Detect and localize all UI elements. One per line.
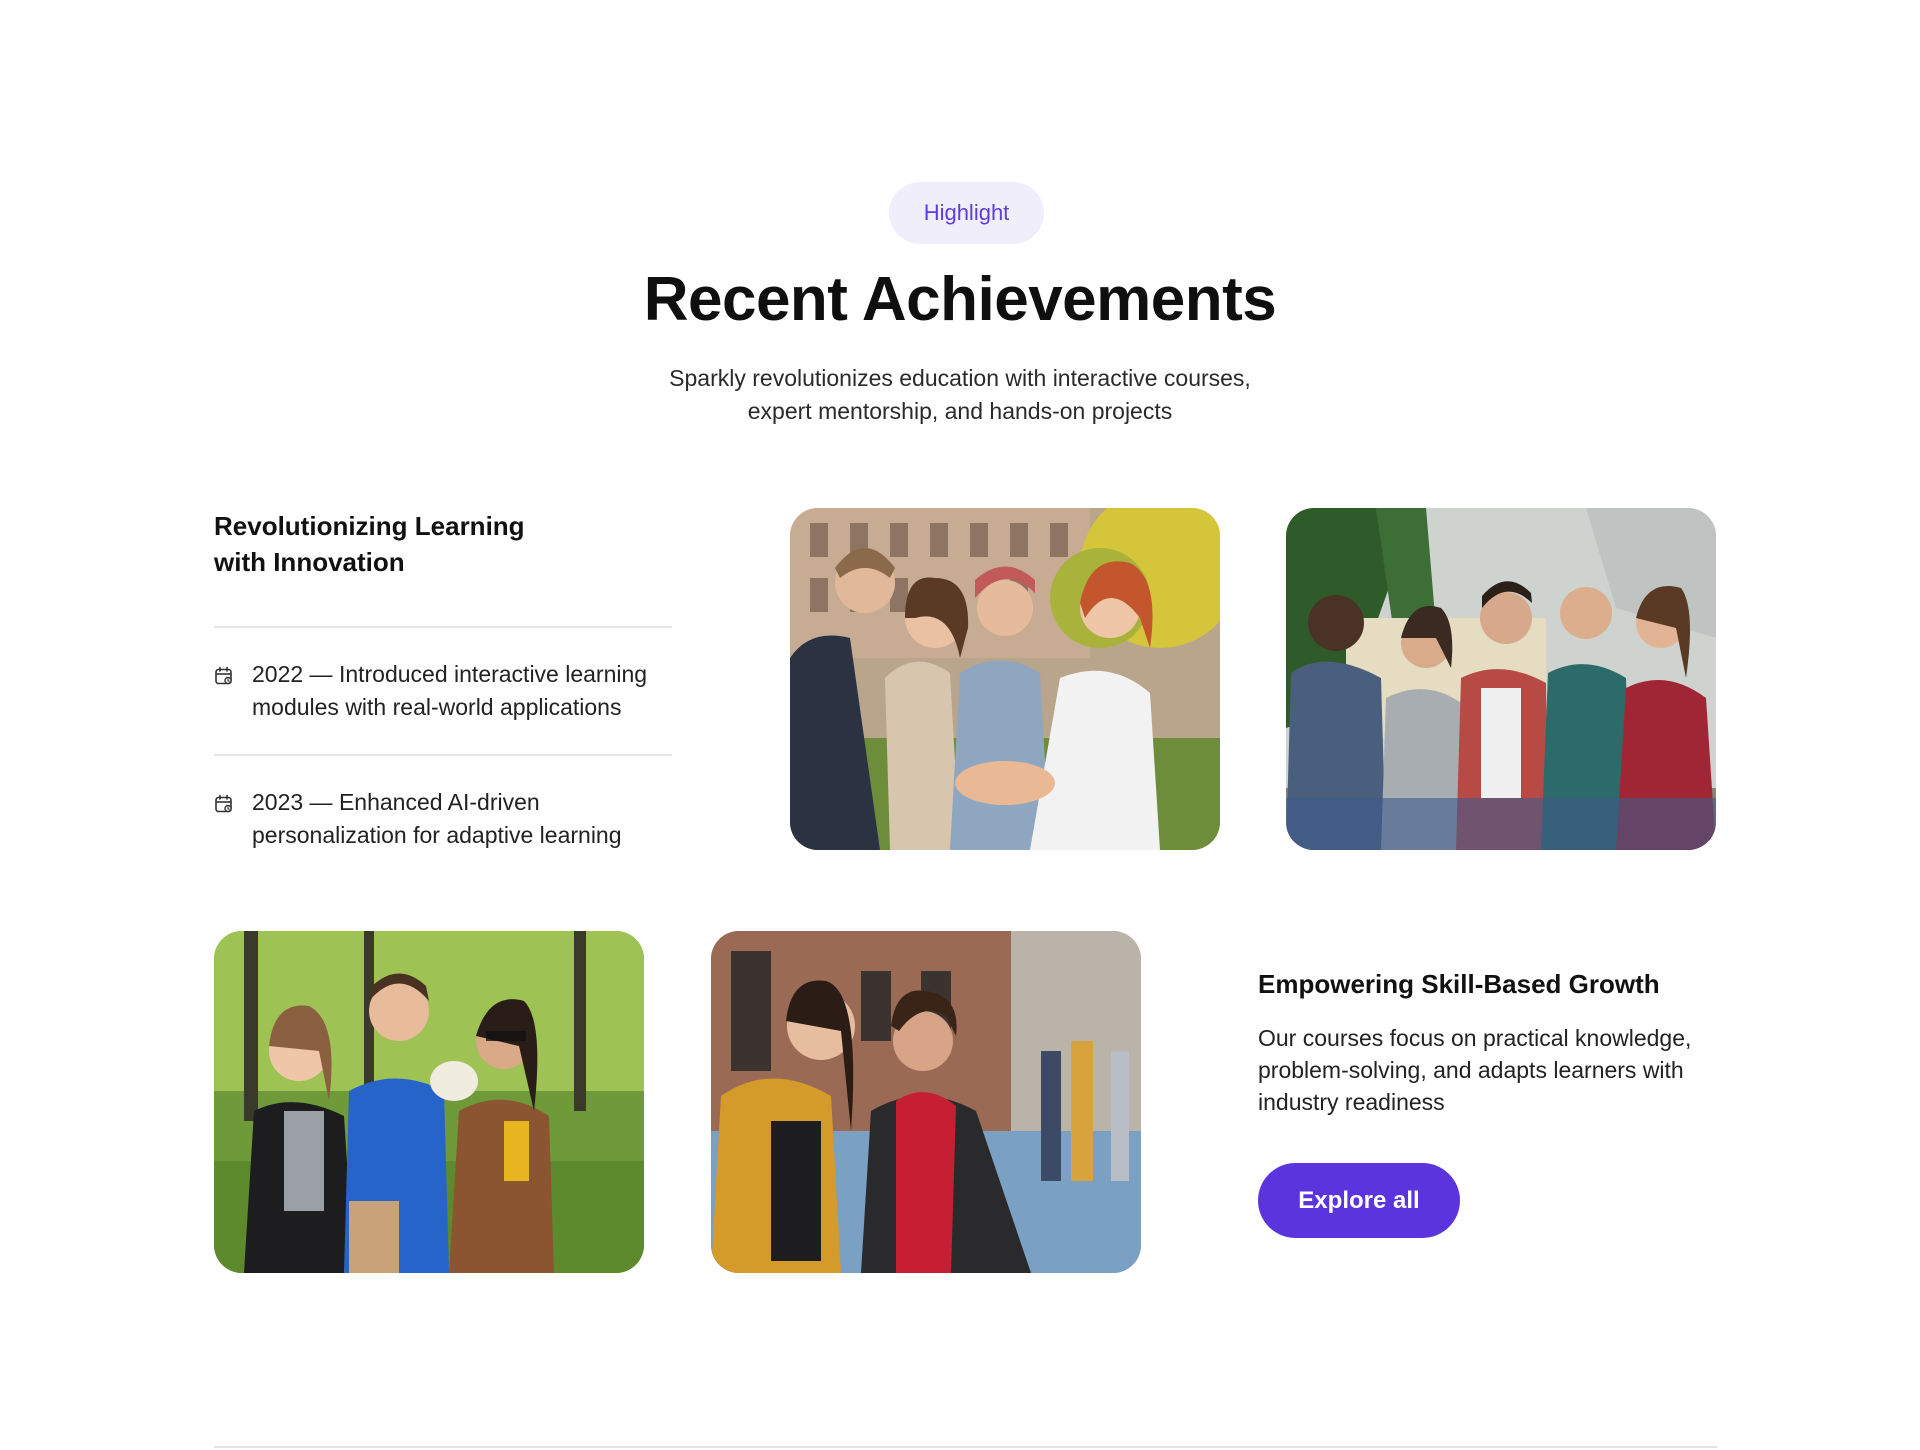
milestone-item: 2022 — Introduced interactive learning m…	[214, 628, 674, 754]
highlight-badge-label: Highlight	[923, 200, 1010, 225]
page-subtitle: Sparkly revolutionizes education with in…	[560, 362, 1360, 428]
milestone-line: modules with real-world applications	[252, 694, 622, 720]
innovation-title: Revolutionizing Learning with Innovation	[214, 508, 554, 580]
growth-description: Our courses focus on practical knowledge…	[1258, 1025, 1692, 1115]
highlight-badge: Highlight	[889, 182, 1044, 244]
subtitle-line-2: expert mentorship, and hands-on projects	[747, 398, 1173, 424]
calendar-icon	[215, 666, 232, 685]
section-divider	[214, 1446, 1717, 1448]
innovation-title-line-1: Revolutionizing Learning	[214, 511, 525, 541]
explore-all-button[interactable]: Explore all	[1258, 1163, 1460, 1238]
innovation-section: Revolutionizing Learning with Innovation…	[214, 508, 674, 882]
growth-title: Empowering Skill-Based Growth	[1258, 969, 1660, 999]
page-title: Recent Achievements	[643, 265, 1277, 334]
photo-friends-walking	[1286, 508, 1716, 850]
photo-students-hands-together	[790, 508, 1220, 850]
calendar-icon	[215, 794, 232, 813]
milestone-line: personalization for adaptive learning	[252, 822, 622, 848]
innovation-title-line-2: with Innovation	[214, 547, 405, 577]
milestone-line: 2023 — Enhanced AI-driven	[252, 789, 540, 815]
milestone-text: 2022 — Introduced interactive learning m…	[252, 658, 647, 724]
milestone-text: 2023 — Enhanced AI-driven personalizatio…	[252, 786, 622, 852]
milestone-item: 2023 — Enhanced AI-driven personalizatio…	[214, 756, 674, 882]
photo-students-laughing	[711, 931, 1141, 1273]
milestone-line: 2022 — Introduced interactive learning	[252, 661, 648, 687]
subtitle-line-1: Sparkly revolutionizes education with in…	[669, 365, 1251, 391]
photo-students-in-park	[214, 931, 644, 1273]
growth-section: Empowering Skill-Based Growth Our course…	[1258, 966, 1718, 1118]
